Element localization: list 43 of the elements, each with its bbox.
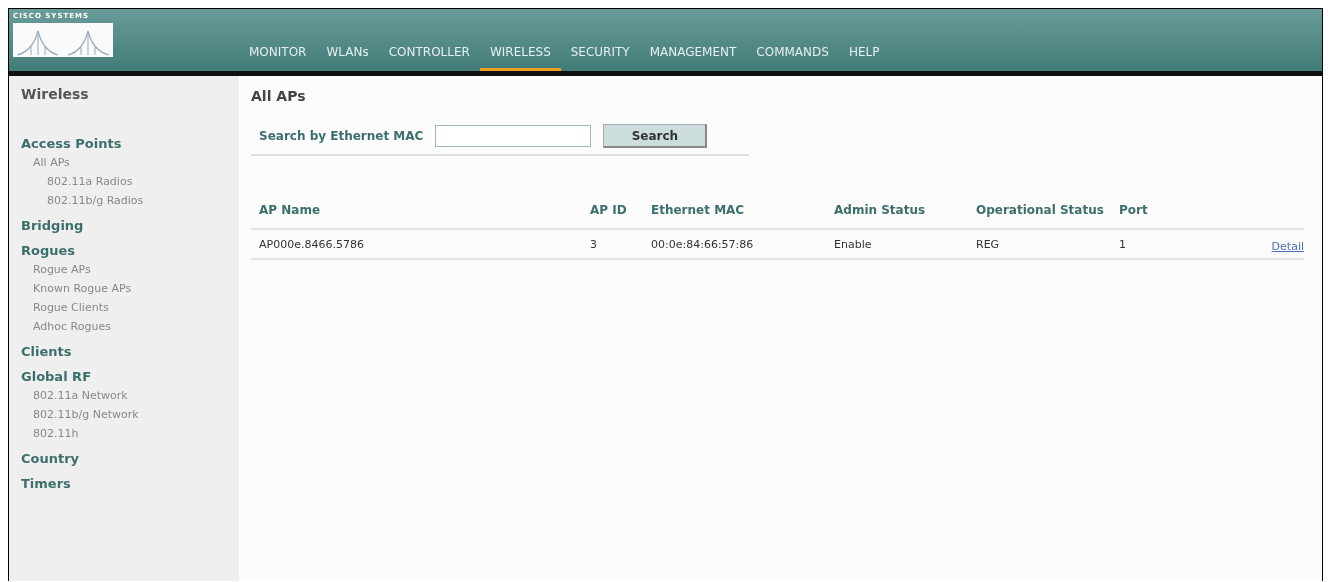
column-header: Ethernet MAC (651, 203, 746, 217)
nav-tab[interactable]: SECURITY (560, 42, 640, 71)
table-cell-text: 00:0e:84:66:57:86 (651, 237, 755, 251)
sidebar-section-link[interactable]: Global RF (21, 367, 91, 386)
table-cell-text: AP000e.8466.5786 (259, 237, 365, 251)
sidebar-section-link[interactable]: Access Points (21, 134, 122, 153)
sidebar-title: Wireless (21, 86, 89, 102)
nav-tab[interactable]: CONTROLLER (378, 42, 480, 71)
nav-tab[interactable]: WLANs (316, 42, 379, 71)
table-cell-text: 1 (1119, 237, 1127, 251)
column-header: Admin Status (834, 203, 927, 217)
bridge-logo-icon (13, 23, 113, 57)
sidebar-item[interactable]: Known Rogue APs (21, 279, 132, 298)
sidebar-item[interactable]: 802.11b/g Radios (21, 191, 144, 210)
sidebar-item[interactable]: Adhoc Rogues (21, 317, 111, 336)
sidebar-section-link[interactable]: Timers (21, 474, 71, 493)
search-button[interactable]: Search (603, 124, 708, 148)
column-header: AP ID (590, 203, 628, 217)
detail-link[interactable]: Detail (1271, 239, 1304, 253)
mac-search-field[interactable] (435, 125, 592, 147)
column-header: Operational Status (976, 203, 1105, 217)
sidebar-section-link[interactable]: Rogues (21, 241, 76, 260)
page-title: All APs (251, 88, 307, 104)
sidebar-item[interactable]: 802.11a Network (21, 386, 128, 405)
sidebar-section-link[interactable]: Country (21, 449, 80, 468)
nav-tab[interactable]: COMMANDS (746, 42, 839, 71)
sidebar-item[interactable]: 802.11a Radios (21, 172, 133, 191)
table-cell-text: Enable (834, 237, 873, 251)
sidebar-item[interactable]: Rogue Clients (21, 298, 109, 317)
nav-tab[interactable]: MANAGEMENT (639, 42, 747, 71)
sidebar-item[interactable]: 802.11b/g Network (21, 405, 139, 424)
sidebar-section-link[interactable]: Clients (21, 342, 72, 361)
nav-tab[interactable]: MONITOR (239, 42, 317, 71)
table-cell-text: REG (976, 237, 1001, 251)
sidebar-item[interactable]: 802.11h (21, 424, 79, 443)
sidebar-item[interactable]: All APs (21, 153, 70, 172)
column-header: AP Name (259, 203, 322, 217)
search-label: Search by Ethernet MAC (259, 129, 424, 143)
table-cell-text: 3 (590, 237, 598, 251)
sidebar-item[interactable]: Rogue APs (21, 260, 91, 279)
nav-tab[interactable]: HELP (838, 42, 890, 71)
column-header: Port (1119, 203, 1149, 217)
sidebar-section-link[interactable]: Bridging (21, 216, 84, 235)
